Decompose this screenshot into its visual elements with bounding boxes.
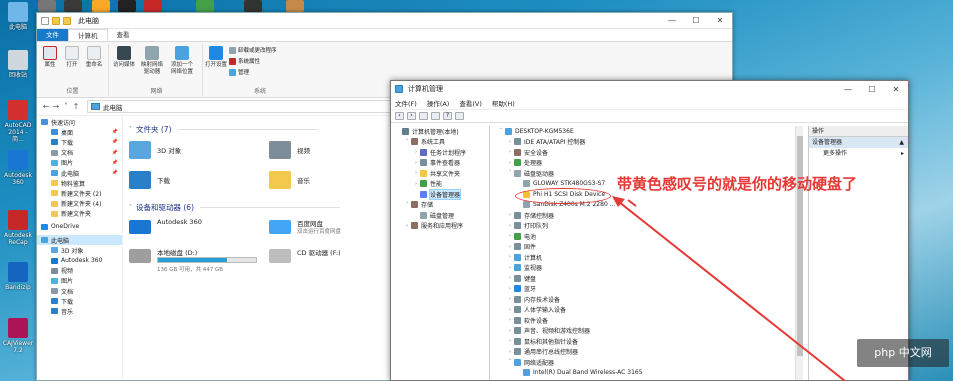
watermark: php 中文网 — [857, 339, 949, 367]
arrow-line — [613, 197, 846, 381]
arrow-mark — [627, 199, 637, 207]
annotation-arrows — [612, 196, 846, 381]
